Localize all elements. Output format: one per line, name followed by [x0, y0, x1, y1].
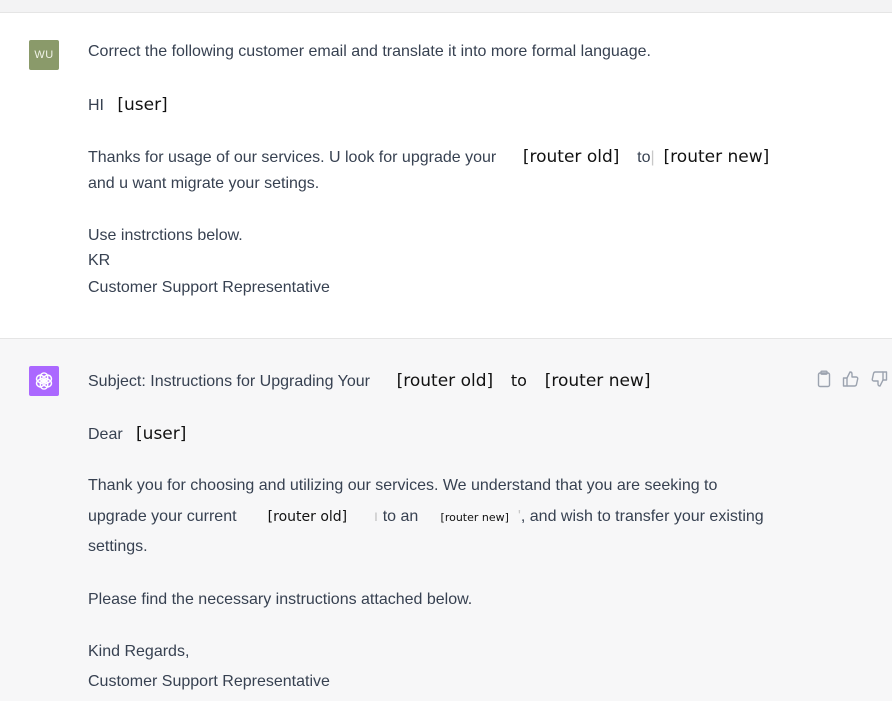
separator-mark: ı — [373, 508, 379, 525]
user-avatar: WU — [29, 40, 59, 70]
message-actions — [816, 370, 888, 388]
user-placeholder: [user] — [136, 424, 187, 444]
router-old-placeholder: [router old] — [267, 509, 348, 525]
top-border — [0, 0, 892, 13]
user-line-1: Thanks for usage of our services. U look… — [88, 147, 769, 167]
separator-mark: | — [650, 149, 655, 166]
user-line-3: Use instrctions below. — [88, 227, 243, 244]
para1-line2-text: upgrade your current — [88, 508, 237, 525]
user-greeting: HI — [88, 97, 104, 114]
user-line-2: and u want migrate your setings. — [88, 175, 320, 192]
dear-line: Dear [user] — [88, 424, 186, 444]
subject-text: Subject: Instructions for Upgrading Your — [88, 373, 370, 390]
user-line-5: Customer Support Representative — [88, 279, 330, 296]
user-placeholder: [user] — [117, 95, 168, 115]
closing: Kind Regards, — [88, 643, 190, 660]
router-new-placeholder: [router new] — [544, 371, 651, 391]
router-old-placeholder: [router old] — [522, 147, 620, 167]
user-prompt: Correct the following customer email and… — [88, 43, 651, 60]
dear-text: Dear — [88, 426, 123, 443]
thumbs-up-icon[interactable] — [842, 370, 860, 388]
para1-line3: settings. — [88, 538, 148, 555]
router-old-placeholder: [router old] — [396, 371, 494, 391]
para1-line2-tail: , and wish to transfer your existing — [520, 508, 764, 525]
user-line-4: KR — [88, 252, 111, 269]
thumbs-down-icon[interactable] — [870, 370, 888, 388]
router-new-placeholder: [router new] — [663, 147, 770, 167]
para2: Please find the necessary instructions a… — [88, 591, 473, 608]
para1-line1: Thank you for choosing and utilizing our… — [88, 477, 718, 494]
para1-line2: upgrade your current [router old] ı to a… — [88, 508, 764, 526]
user-line-1-text: Thanks for usage of our services. U look… — [88, 149, 497, 166]
openai-logo-icon — [29, 366, 59, 396]
clipboard-icon[interactable] — [816, 370, 832, 388]
user-line-1-to: to — [637, 149, 651, 166]
router-new-placeholder: [router new] — [440, 511, 509, 524]
subject-to: to — [510, 371, 527, 390]
signature: Customer Support Representative — [88, 673, 330, 690]
para1-line2-to-an: to an — [382, 508, 419, 525]
email-subject: Subject: Instructions for Upgrading Your… — [88, 371, 650, 391]
user-greeting-line: HI [user] — [88, 95, 168, 115]
